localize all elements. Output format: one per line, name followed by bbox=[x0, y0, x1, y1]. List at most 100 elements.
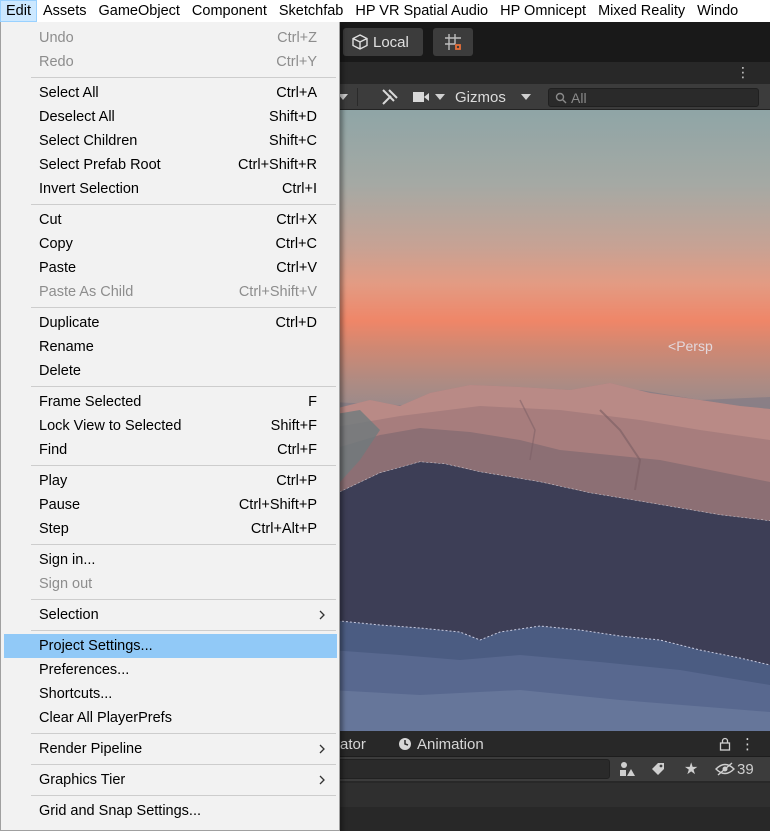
menu-item-find[interactable]: Find Ctrl+F bbox=[4, 438, 337, 462]
menu-item-select-all[interactable]: Select All Ctrl+A bbox=[4, 81, 337, 105]
menu-item-shortcut: Ctrl+Z bbox=[277, 30, 317, 46]
menu-item-label: Project Settings... bbox=[39, 638, 153, 654]
menu-item-label: Lock View to Selected bbox=[39, 418, 182, 434]
menu-item-shortcuts[interactable]: Shortcuts... bbox=[4, 682, 337, 706]
menu-item-shortcut: Ctrl+V bbox=[276, 260, 317, 276]
menu-hp-omnicept[interactable]: HP Omnicept bbox=[494, 0, 592, 22]
menu-component[interactable]: Component bbox=[186, 0, 273, 22]
menu-item-render-pipeline[interactable]: Render Pipeline bbox=[4, 737, 337, 761]
menu-item-shortcut: Ctrl+C bbox=[275, 236, 318, 252]
menu-item-preferences[interactable]: Preferences... bbox=[4, 658, 337, 682]
menu-item-clear-all-playerprefs[interactable]: Clear All PlayerPrefs bbox=[4, 706, 337, 730]
menu-gameobject[interactable]: GameObject bbox=[93, 0, 186, 22]
menu-item-duplicate[interactable]: Duplicate Ctrl+D bbox=[4, 311, 337, 335]
menu-item-shortcut: Ctrl+Shift+R bbox=[238, 157, 317, 173]
menu-item-lock-view-to-selected[interactable]: Lock View to Selected Shift+F bbox=[4, 414, 337, 438]
favorite-star-icon[interactable]: ★ bbox=[684, 757, 698, 781]
menu-separator bbox=[31, 733, 336, 734]
camera-dropdown-chevron-icon[interactable] bbox=[434, 84, 446, 110]
menu-separator bbox=[31, 544, 336, 545]
menu-item-shortcut: Shift+D bbox=[269, 109, 317, 125]
gizmos-dropdown-chevron-icon[interactable] bbox=[519, 84, 533, 110]
menu-item-play[interactable]: Play Ctrl+P bbox=[4, 469, 337, 493]
menu-item-shortcut: Ctrl+A bbox=[276, 85, 317, 101]
menu-item-paste[interactable]: Paste Ctrl+V bbox=[4, 256, 337, 280]
menu-separator bbox=[31, 307, 336, 308]
divider bbox=[357, 88, 358, 106]
menu-item-label: Paste bbox=[39, 260, 77, 276]
panel-more-icon[interactable]: ⋮ bbox=[740, 731, 755, 757]
menu-item-selection[interactable]: Selection bbox=[4, 603, 337, 627]
menu-item-label: Select Prefab Root bbox=[39, 157, 161, 173]
menu-item-shortcut: Ctrl+D bbox=[275, 315, 318, 331]
menu-item-label: Sign out bbox=[39, 576, 93, 592]
menu-item-shortcut: Ctrl+X bbox=[276, 212, 317, 228]
menu-item-project-settings[interactable]: Project Settings... bbox=[4, 634, 337, 658]
menu-item-rename[interactable]: Rename bbox=[4, 335, 337, 359]
tab-animation[interactable]: Animation bbox=[398, 731, 484, 757]
persp-label[interactable]: <Persp bbox=[668, 338, 713, 354]
scene-search-input[interactable]: All bbox=[548, 88, 759, 107]
menu-item-label: Preferences... bbox=[39, 662, 130, 678]
menubar: Edit Assets GameObject Component Sketchf… bbox=[0, 0, 770, 22]
menu-hp-vr-spatial-audio[interactable]: HP VR Spatial Audio bbox=[349, 0, 494, 22]
project-search-input[interactable] bbox=[330, 759, 610, 779]
menu-item-sign-out: Sign out bbox=[4, 572, 337, 596]
menu-item-select-children[interactable]: Select Children Shift+C bbox=[4, 129, 337, 153]
menu-separator bbox=[31, 599, 336, 600]
menu-item-paste-as-child: Paste As Child Ctrl+Shift+V bbox=[4, 280, 337, 304]
menu-separator bbox=[31, 204, 336, 205]
menu-item-label: Paste As Child bbox=[39, 284, 134, 300]
menu-assets[interactable]: Assets bbox=[37, 0, 93, 22]
persp-chevron-icon: < bbox=[668, 338, 677, 354]
menu-item-label: Delete bbox=[39, 363, 81, 379]
menu-item-grid-and-snap-settings[interactable]: Grid and Snap Settings... bbox=[4, 799, 337, 823]
menu-item-cut[interactable]: Cut Ctrl+X bbox=[4, 208, 337, 232]
search-icon bbox=[555, 92, 567, 103]
menu-item-frame-selected[interactable]: Frame Selected F bbox=[4, 390, 337, 414]
grid-snap-icon bbox=[445, 34, 461, 50]
menu-separator bbox=[31, 386, 336, 387]
menu-item-step[interactable]: Step Ctrl+Alt+P bbox=[4, 517, 337, 541]
hidden-packages-toggle[interactable]: 39 bbox=[715, 757, 754, 781]
local-pivot-button[interactable]: Local bbox=[343, 28, 423, 56]
camera-icon[interactable] bbox=[411, 84, 431, 110]
menu-item-shortcut: Ctrl+Shift+P bbox=[238, 497, 317, 513]
menu-item-delete[interactable]: Delete bbox=[4, 359, 337, 383]
menu-item-label: Rename bbox=[39, 339, 94, 355]
tab-animator[interactable]: ator bbox=[340, 731, 366, 757]
menu-mixed-reality[interactable]: Mixed Reality bbox=[592, 0, 691, 22]
chevron-right-icon bbox=[319, 744, 325, 754]
clock-icon bbox=[399, 738, 411, 750]
menu-item-label: Sign in... bbox=[39, 552, 96, 568]
scene-more-icon[interactable]: ⋮ bbox=[736, 64, 750, 81]
menu-item-label: Invert Selection bbox=[39, 181, 139, 197]
menu-item-label: Play bbox=[39, 473, 68, 489]
gizmos-button[interactable]: Gizmos bbox=[455, 84, 506, 110]
tag-icon[interactable] bbox=[650, 757, 666, 781]
menu-window[interactable]: Windo bbox=[691, 0, 744, 22]
menu-item-label: Find bbox=[39, 442, 68, 458]
menu-item-select-prefab-root[interactable]: Select Prefab Root Ctrl+Shift+R bbox=[4, 153, 337, 177]
persp-text: Persp bbox=[676, 338, 713, 354]
chevron-right-icon bbox=[319, 775, 325, 785]
menu-sketchfab[interactable]: Sketchfab bbox=[273, 0, 350, 22]
filter-by-type-icon[interactable] bbox=[618, 757, 636, 781]
lock-icon[interactable] bbox=[719, 731, 731, 757]
grid-snap-button[interactable] bbox=[433, 28, 473, 56]
menu-item-deselect-all[interactable]: Deselect All Shift+D bbox=[4, 105, 337, 129]
menu-item-invert-selection[interactable]: Invert Selection Ctrl+I bbox=[4, 177, 337, 201]
menu-item-graphics-tier[interactable]: Graphics Tier bbox=[4, 768, 337, 792]
menu-item-label: Deselect All bbox=[39, 109, 115, 125]
menu-edit[interactable]: Edit bbox=[0, 0, 37, 22]
menu-item-copy[interactable]: Copy Ctrl+C bbox=[4, 232, 337, 256]
menu-item-shortcut: Ctrl+F bbox=[277, 442, 317, 458]
menu-item-label: Pause bbox=[39, 497, 81, 513]
menu-item-label: Undo bbox=[39, 30, 74, 46]
menu-item-pause[interactable]: Pause Ctrl+Shift+P bbox=[4, 493, 337, 517]
menu-item-sign-in[interactable]: Sign in... bbox=[4, 548, 337, 572]
menu-item-shortcut: Shift+F bbox=[270, 418, 317, 434]
tools-icon[interactable] bbox=[380, 84, 400, 110]
edit-menu: Undo Ctrl+Z Redo Ctrl+Y Select All Ctrl+A Dese… bbox=[0, 22, 340, 831]
menu-item-label: Step bbox=[39, 521, 69, 537]
